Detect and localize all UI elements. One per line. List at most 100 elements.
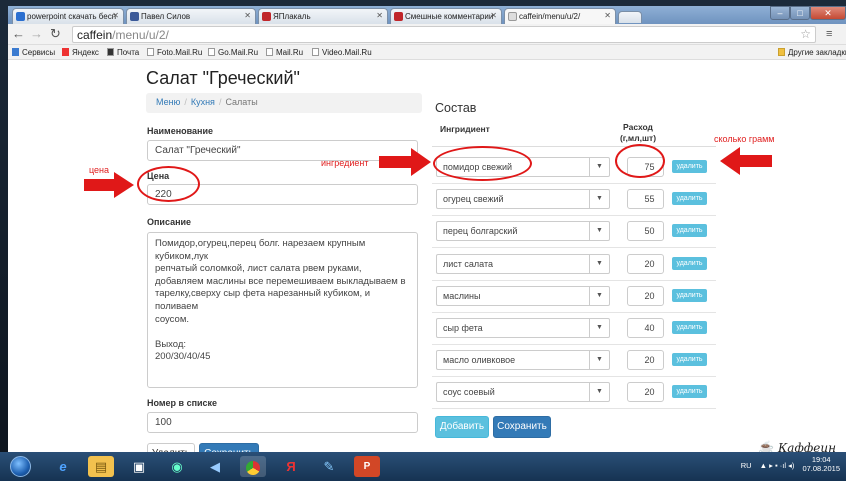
tray-icons[interactable]: ▲ ▸ ▪ ·ıl ◂) [760,461,795,470]
bookmark-label: Почта [117,48,140,57]
description-textarea[interactable]: Помидор,огурец,перец болг. нарезаем круп… [147,232,418,388]
row-divider [432,376,716,378]
row-delete-button[interactable]: удалить [672,256,707,270]
clock[interactable]: 19:04 07.08.2015 [802,455,840,473]
paint-icon[interactable]: ✎ [316,456,342,477]
order-input[interactable]: 100 [147,412,418,433]
quantity-input[interactable]: 20 [627,350,664,371]
name-input[interactable]: Салат "Греческий" [147,140,418,161]
bookmark-yandex[interactable]: Яндекс [62,48,99,57]
bookmark-services[interactable]: Сервисы [12,48,55,57]
bookmark-foto[interactable]: Foto.Mail.Ru [147,48,202,57]
menu-icon[interactable]: ≡ [826,27,832,41]
ingredient-select[interactable]: огурец свежий ▼ [436,189,610,210]
add-button[interactable]: Добавить [435,416,489,438]
page-icon [208,48,215,56]
breadcrumb: Меню / Кухня / Салаты [146,93,422,113]
tab-label: Смешные комментарии [405,12,494,21]
quantity-input[interactable]: 55 [627,189,664,210]
dropdown-caret-icon: ▼ [589,286,609,305]
url-path: /menu/u/2/ [112,28,169,42]
url-input[interactable]: caffein/menu/u/2/ ☆ [72,26,816,43]
app-icon[interactable]: ◉ [164,456,190,477]
breadcrumb-separator: / [218,97,222,107]
quantity-input[interactable]: 50 [627,221,664,242]
tab-close-icon[interactable]: ✕ [244,11,251,20]
powerpoint-icon[interactable]: P [354,456,380,477]
breadcrumb-menu[interactable]: Меню [156,97,180,107]
row-delete-button[interactable]: удалить [672,160,707,173]
quantity-input[interactable]: 20 [627,382,664,403]
save-ingredients-button[interactable]: Сохранить [493,416,551,438]
tab-close-icon[interactable]: ✕ [604,11,611,20]
ingredients-table: помидор свежий ▼ 75 удалить огурец свежий ▼ 55… [432,146,716,410]
row-delete-button[interactable]: удалить [672,353,707,367]
audio-icon[interactable]: ◀ [202,456,228,477]
quantity-input[interactable]: 40 [627,318,664,338]
maximize-icon[interactable]: □ [790,6,810,20]
media-icon[interactable]: ▣ [126,456,152,477]
ingredient-select[interactable]: лист салата ▼ [436,253,610,274]
delete-button[interactable]: Удалить [147,443,195,452]
tab-yaplakal[interactable]: ЯПлакаль ✕ [258,8,388,24]
quantity-input[interactable]: 20 [627,253,664,274]
bookmark-label: Go.Mail.Ru [218,48,259,57]
internet-explorer-icon[interactable]: e [50,456,76,477]
bookmark-mailru[interactable]: Mail.Ru [266,48,303,57]
window-controls: – □ ✕ [770,6,846,20]
breadcrumb-salads[interactable]: Салаты [225,97,257,107]
clock-time: 19:04 [811,455,831,464]
ingredient-name: сыр фета [443,323,483,333]
star-icon[interactable]: ☆ [800,27,811,41]
annotation-arrow-grams-icon [720,147,772,175]
ingredient-select[interactable]: сыр фета ▼ [436,318,610,338]
tab-caffein[interactable]: caffein/menu/u/2/ ✕ [504,8,616,24]
tab-close-icon[interactable]: ✕ [376,11,383,20]
bookmark-video[interactable]: Video.Mail.Ru [312,48,372,57]
row-divider [432,408,716,410]
close-window-icon[interactable]: ✕ [810,6,846,20]
language-indicator[interactable]: RU [741,461,752,470]
url-host: caffein [77,28,113,42]
ingredient-select[interactable]: соус соевый ▼ [436,382,610,403]
page-content: Салат "Греческий" Меню / Кухня / Салаты Наим… [8,60,846,452]
logo-text: Каффеин [778,441,836,452]
tab-powerpoint[interactable]: powerpoint скачать бесп ✕ [12,8,124,24]
row-delete-button[interactable]: удалить [672,192,707,206]
tab-label: powerpoint скачать бесп [27,12,117,21]
row-delete-button[interactable]: удалить [672,224,707,238]
breadcrumb-kitchen[interactable]: Кухня [191,97,215,107]
tab-pavel-silov[interactable]: Павел Силов ✕ [126,8,256,24]
tab-strip: powerpoint скачать бесп ✕ Павел Силов ✕ … [8,6,846,24]
save-button[interactable]: Сохранить [199,443,259,452]
bookmark-go[interactable]: Go.Mail.Ru [208,48,258,57]
quantity-input[interactable]: 20 [627,285,664,306]
row-delete-button[interactable]: удалить [672,321,707,334]
search-favicon-icon [16,12,25,21]
ingredient-select[interactable]: перец болгарский ▼ [436,221,610,242]
windows-taskbar: e ▤ ▣ ◉ ◀ Я ✎ P RU ▲ ▸ ▪ ·ıl ◂) 19:04 07… [0,452,846,481]
new-tab-button[interactable] [618,11,642,23]
forward-arrow-icon[interactable]: → [30,27,43,41]
ingredient-select[interactable]: масло оливковое ▼ [436,350,610,371]
dropdown-caret-icon: ▼ [589,254,609,273]
row-delete-button[interactable]: удалить [672,385,707,399]
minimize-icon[interactable]: – [770,6,790,20]
bookmark-mail[interactable]: Почта [107,48,139,57]
bookmark-label: Другие закладки [788,48,846,57]
clock-date: 07.08.2015 [802,464,840,473]
start-button[interactable] [10,456,31,477]
row-delete-button[interactable]: удалить [672,288,707,302]
chrome-icon[interactable] [240,456,266,477]
bookmark-other[interactable]: Другие закладки [778,48,846,57]
reload-icon[interactable]: ↻ [50,27,61,41]
back-arrow-icon[interactable]: ← [12,27,25,41]
dropdown-caret-icon: ▼ [589,351,609,370]
tab-close-icon[interactable]: ✕ [490,11,497,20]
tab-close-icon[interactable]: ✕ [112,11,119,20]
yandex-browser-icon[interactable]: Я [278,456,304,477]
row-divider [432,279,716,281]
tab-comments[interactable]: Смешные комментарии ✕ [390,8,502,24]
file-explorer-icon[interactable]: ▤ [88,456,114,477]
ingredient-select[interactable]: маслины ▼ [436,285,610,306]
